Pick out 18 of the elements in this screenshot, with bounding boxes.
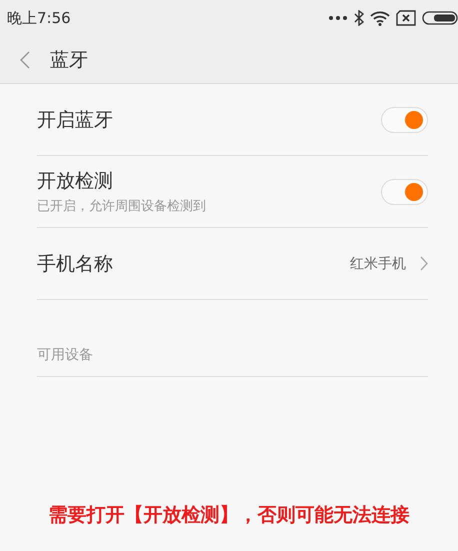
setting-label: 开启蓝牙 <box>37 108 114 132</box>
toggle-switch[interactable] <box>381 178 428 204</box>
no-sim-icon <box>396 10 416 26</box>
page-title: 蓝牙 <box>50 48 88 72</box>
bluetooth-icon <box>354 10 364 26</box>
battery-icon <box>422 11 458 25</box>
setting-description: 已开启，允许周围设备检测到 <box>37 198 207 215</box>
chevron-right-icon <box>420 256 428 271</box>
setting-value: 红米手机 <box>350 254 406 272</box>
notice-text: 需要打开【开放检测】，否则可能无法连接 <box>48 503 410 528</box>
more-dots-icon <box>328 15 348 21</box>
status-time: 晚上7:56 <box>7 8 72 28</box>
toggle-switch[interactable] <box>381 106 428 132</box>
section-title: 可用设备 <box>37 347 93 363</box>
back-icon[interactable] <box>20 50 30 68</box>
wifi-icon <box>370 10 390 26</box>
setting-label: 开放检测 <box>37 169 114 194</box>
setting-label: 手机名称 <box>37 252 114 276</box>
